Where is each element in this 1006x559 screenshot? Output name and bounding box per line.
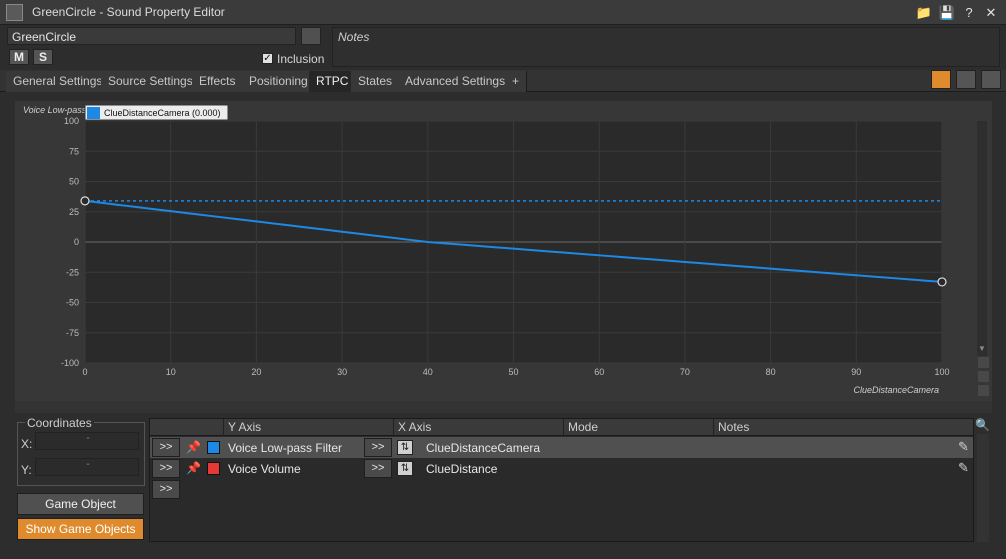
window-title: GreenCircle - Sound Property Editor: [32, 5, 225, 19]
rtpc-graph[interactable]: 100 75 50 25 0 -25 -50 -75 -100 0 10 20 30 40 50 60 70 8…: [15, 101, 992, 413]
scroll-down-icon: ▼: [978, 344, 986, 353]
graph-h-scrollbar: [15, 401, 992, 413]
split-horizontal-view-icon[interactable]: [981, 70, 1001, 89]
list-scrollbar[interactable]: [977, 434, 989, 542]
y-tick-label: -25: [66, 267, 79, 277]
edit-icon[interactable]: ✎: [958, 460, 969, 476]
mute-button[interactable]: M: [9, 49, 29, 65]
coordinates-title: Coordinates: [25, 416, 94, 430]
y-axis-select-button[interactable]: >>: [152, 480, 180, 499]
graph-x-label: ClueDistanceCamera: [853, 385, 939, 395]
y-tick-label: 25: [69, 207, 79, 217]
x-tick-label: 60: [594, 367, 604, 377]
pin-icon[interactable]: 📌: [186, 461, 201, 475]
tab-effects[interactable]: Effects: [192, 71, 244, 92]
x-axis-select-button[interactable]: >>: [364, 459, 392, 478]
zoom-out-icon: [978, 385, 989, 396]
x-tick-label: 100: [934, 367, 949, 377]
y-tick-label: 0: [74, 237, 79, 247]
x-tick-label: 10: [166, 367, 176, 377]
y-axis-select-button[interactable]: >>: [152, 438, 180, 457]
x-axis-parameter: ClueDistance: [426, 462, 498, 476]
graph-y-label: Voice Low-pass: [23, 105, 87, 115]
graph-scrollbar: [977, 121, 987, 356]
column-y-axis[interactable]: Y Axis: [223, 419, 365, 436]
tab-add[interactable]: +: [505, 71, 528, 92]
x-tick-label: 40: [423, 367, 433, 377]
close-icon[interactable]: ✕: [981, 3, 1001, 22]
tab-rtpc[interactable]: RTPC: [309, 71, 357, 92]
y-tick-label: -75: [66, 328, 79, 338]
single-view-icon[interactable]: [931, 70, 951, 89]
y-axis-parameter: Voice Low-pass Filter: [228, 441, 343, 455]
save-icon[interactable]: 💾: [937, 3, 957, 22]
x-tick-label: 70: [680, 367, 690, 377]
x-tick-label: 50: [508, 367, 518, 377]
coord-y-value: -: [86, 459, 90, 470]
y-axis-select-button[interactable]: >>: [152, 459, 180, 478]
tab-general-settings[interactable]: General Settings: [6, 71, 111, 92]
y-tick-label: -50: [66, 298, 79, 308]
x-tick-label: 20: [251, 367, 261, 377]
search-icon[interactable]: 🔍: [975, 418, 990, 432]
folder-icon[interactable]: 📁: [914, 3, 934, 22]
game-parameter-icon: ⇅: [397, 440, 413, 455]
solo-button[interactable]: S: [33, 49, 53, 65]
y-tick-label: 50: [69, 177, 79, 187]
y-axis-color-swatch: [207, 441, 220, 454]
inclusion-checkbox[interactable]: ✓: [262, 53, 273, 64]
column-x-axis[interactable]: X Axis: [393, 419, 563, 436]
x-tick-label: 0: [82, 367, 87, 377]
hierarchy-button[interactable]: [301, 27, 321, 45]
legend-swatch: [87, 107, 100, 119]
y-tick-label: -100: [61, 358, 79, 368]
tab-source-settings[interactable]: Source Settings: [101, 71, 201, 92]
coord-y-label: Y:: [21, 463, 32, 477]
curve-point[interactable]: [937, 277, 947, 287]
game-parameter-icon: ⇅: [397, 461, 413, 476]
x-tick-label: 30: [337, 367, 347, 377]
inclusion-label: Inclusion: [277, 52, 325, 66]
tab-advanced-settings[interactable]: Advanced Settings: [398, 71, 514, 92]
game-object-explorer-button[interactable]: Game Object Explorer...: [17, 493, 144, 531]
curve-point[interactable]: [80, 196, 90, 206]
coord-y-field[interactable]: -: [35, 458, 139, 476]
tab-positioning[interactable]: Positioning: [242, 71, 316, 92]
coord-x-value: -: [86, 433, 90, 444]
y-tick-label: 75: [69, 146, 79, 156]
column-mode[interactable]: Mode: [563, 419, 683, 436]
x-axis-select-button[interactable]: >>: [364, 438, 392, 457]
y-axis-color-swatch: [207, 462, 220, 475]
notes-field[interactable]: [332, 27, 1000, 67]
pin-icon[interactable]: 📌: [186, 440, 201, 454]
y-tick-label: 100: [64, 116, 79, 126]
coord-x-label: X:: [21, 437, 33, 451]
help-icon[interactable]: ?: [959, 3, 979, 22]
y-axis-parameter: Voice Volume: [228, 462, 301, 476]
app-icon: [6, 4, 23, 21]
show-game-objects-button[interactable]: Show Game Objects: [17, 518, 144, 540]
coord-x-field[interactable]: -: [35, 432, 139, 450]
notes-label: Notes: [338, 30, 370, 44]
tab-states[interactable]: States: [351, 71, 401, 92]
split-vertical-view-icon[interactable]: [956, 70, 976, 89]
column-notes[interactable]: Notes: [713, 419, 953, 436]
x-tick-label: 90: [851, 367, 861, 377]
x-axis-parameter: ClueDistanceCamera: [426, 441, 541, 455]
zoom-in-icon: [978, 357, 989, 368]
x-tick-label: 80: [766, 367, 776, 377]
legend-label: ClueDistanceCamera (0.000): [104, 108, 221, 118]
object-name-field[interactable]: GreenCircle: [7, 27, 296, 45]
zoom-fit-icon: [978, 371, 989, 382]
edit-icon[interactable]: ✎: [958, 439, 969, 455]
